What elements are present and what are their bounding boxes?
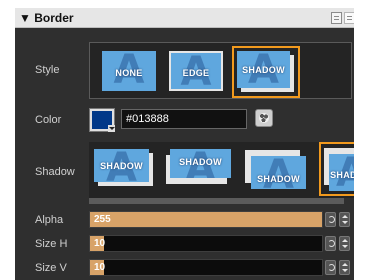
color-hex-input[interactable]: #013888: [121, 109, 247, 129]
size-v-slider[interactable]: 10: [89, 259, 323, 276]
copy-icon[interactable]: [331, 12, 342, 24]
alpha-slider[interactable]: 255: [89, 211, 323, 228]
section-title[interactable]: ▼ Border: [19, 11, 74, 25]
palette-icon[interactable]: [255, 109, 273, 127]
size-v-value: 10: [94, 262, 106, 273]
shadow-option-2[interactable]: A SHADOW: [165, 144, 237, 192]
spinner-icon[interactable]: [339, 212, 350, 227]
size-v-label: Size V: [35, 262, 67, 274]
reset-icon[interactable]: [325, 260, 336, 275]
color-label: Color: [35, 114, 62, 126]
alpha-slider-fill: [90, 212, 322, 227]
border-panel: ▼ Border Style A NONE A EDGE A SHADOW Color…: [15, 8, 354, 280]
style-selector: A NONE A EDGE A SHADOW: [89, 42, 352, 99]
reset-icon[interactable]: [325, 236, 336, 251]
spinner-icon[interactable]: [339, 236, 350, 251]
style-option-none[interactable]: A NONE: [97, 46, 161, 96]
alpha-value: 255: [94, 214, 111, 225]
style-preview: A NONE: [102, 51, 156, 91]
size-h-value: 10: [94, 238, 106, 249]
style-preview: A EDGE: [169, 51, 223, 91]
style-option-shadow[interactable]: A SHADOW: [232, 46, 300, 98]
style-label: Style: [35, 64, 60, 76]
paste-icon[interactable]: [344, 12, 354, 24]
shadow-scrollbar[interactable]: [89, 198, 344, 204]
shadow-option-4[interactable]: ASHADOW: [319, 142, 354, 196]
style-option-edge[interactable]: A EDGE: [164, 46, 228, 96]
shadow-selector: ASHADOW ASHADOW ASHADOW ASHADOW: [89, 142, 354, 198]
shadow-label: Shadow: [35, 166, 75, 178]
shadow-preview: ASHADOW: [170, 149, 231, 178]
shadow-preview: ASHADOW: [251, 156, 306, 189]
shadow-preview: ASHADOW: [329, 154, 354, 191]
spinner-icon[interactable]: [339, 260, 350, 275]
reset-icon[interactable]: [325, 212, 336, 227]
style-preview: A SHADOW: [237, 51, 290, 88]
shadow-option-1[interactable]: A SHADOW: [89, 144, 161, 192]
size-h-label: Size H: [35, 238, 68, 250]
section-header[interactable]: ▼ Border: [15, 8, 354, 28]
size-h-slider[interactable]: 10: [89, 235, 323, 252]
alpha-label: Alpha: [35, 214, 64, 226]
shadow-preview: ASHADOW: [94, 149, 149, 182]
color-swatch[interactable]: [89, 108, 115, 132]
shadow-option-3[interactable]: A SHADOW: [239, 144, 311, 194]
shadow-scrollbar-thumb[interactable]: [89, 198, 344, 204]
chevron-down-icon: [108, 125, 115, 132]
